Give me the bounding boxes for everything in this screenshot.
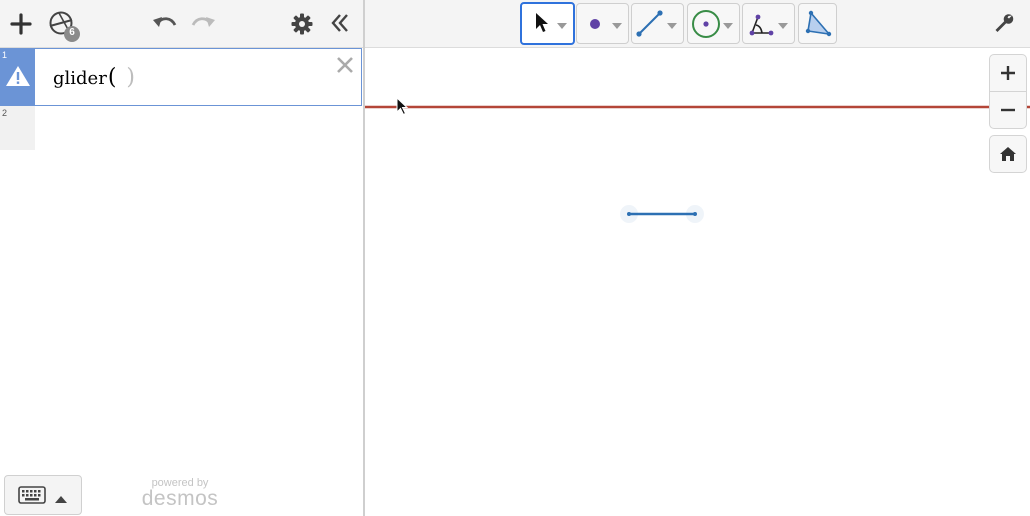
angle-tool-button[interactable]	[742, 3, 795, 44]
zoom-in-button[interactable]	[989, 54, 1027, 92]
close-paren-placeholder: )	[126, 65, 136, 90]
dropdown-arrow-icon	[557, 23, 567, 29]
expression-toolbar: 6	[0, 0, 363, 48]
desmos-logo: desmos	[141, 487, 219, 510]
expression-row[interactable]: 1 glider()	[0, 48, 363, 106]
pointer-icon	[536, 13, 548, 32]
expression-math[interactable]: glider()	[53, 65, 135, 90]
dropdown-arrow-icon	[778, 23, 788, 29]
keyboard-toggle-button[interactable]	[4, 475, 82, 515]
keyboard-icon	[18, 486, 46, 509]
zoom-out-button[interactable]	[989, 91, 1027, 129]
geometry-tools-icon[interactable]: 6	[46, 8, 84, 44]
circle-tool-button[interactable]	[687, 3, 740, 44]
redo-icon[interactable]	[190, 12, 216, 34]
gear-icon[interactable]	[290, 12, 314, 36]
expression-number: 2	[2, 108, 8, 118]
expression-gutter[interactable]: 1	[0, 48, 35, 106]
circle-icon	[692, 10, 720, 38]
dropdown-arrow-icon	[723, 23, 733, 29]
polygon-tool-button[interactable]	[798, 3, 837, 44]
delete-expression-icon[interactable]	[335, 55, 355, 80]
plus-icon	[1001, 66, 1015, 80]
home-icon	[1000, 147, 1016, 161]
wrench-icon[interactable]	[993, 12, 1015, 39]
mouse-cursor-icon	[396, 96, 409, 116]
powered-by-logo: powered by desmos	[140, 477, 220, 509]
graph-paper[interactable]	[365, 0, 1030, 516]
geometry-count-badge: 6	[69, 27, 75, 38]
graph-canvas[interactable]	[365, 48, 1030, 516]
warning-icon[interactable]	[5, 64, 31, 93]
angle-icon	[749, 14, 774, 36]
collapse-panel-icon[interactable]	[329, 12, 351, 34]
default-viewport-button[interactable]	[989, 135, 1027, 173]
expression-row[interactable]: 2	[0, 106, 363, 150]
segment-endpoint[interactable]	[693, 212, 697, 216]
segment-icon	[636, 10, 663, 37]
open-paren: (	[107, 65, 117, 90]
caret-up-icon	[55, 490, 67, 508]
geometry-toolbar	[365, 0, 1030, 48]
segment-endpoint[interactable]	[627, 212, 631, 216]
undo-icon[interactable]	[152, 12, 178, 34]
expression-gutter[interactable]: 2	[0, 106, 35, 150]
point-icon	[590, 19, 600, 29]
expression-panel: 6 1 glider() 2 powered by desmos	[0, 0, 363, 516]
minus-icon	[1001, 108, 1015, 112]
expression-number: 1	[2, 50, 8, 60]
point-tool-button[interactable]	[576, 3, 629, 44]
segment-tool-button[interactable]	[631, 3, 684, 44]
polygon-icon	[805, 10, 832, 37]
select-tool-button[interactable]	[520, 2, 575, 45]
dropdown-arrow-icon	[667, 23, 677, 29]
dropdown-arrow-icon	[612, 23, 622, 29]
expression-input[interactable]: glider()	[35, 48, 362, 106]
add-icon[interactable]	[9, 12, 33, 36]
expression-text: glider	[53, 68, 107, 89]
